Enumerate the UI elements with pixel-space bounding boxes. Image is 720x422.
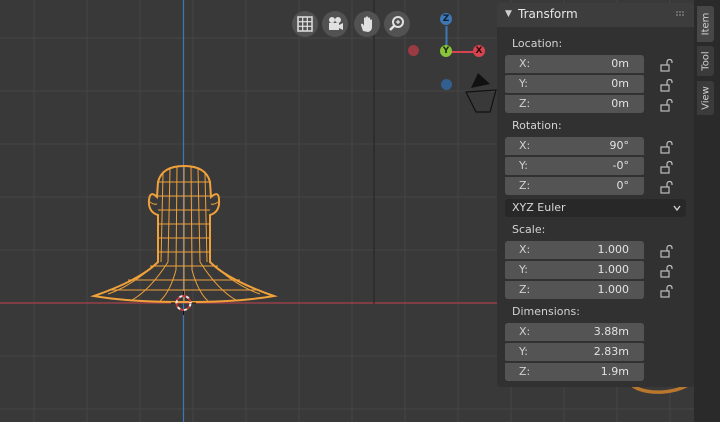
rotation-y-value: -0° bbox=[612, 159, 629, 172]
hand-pan-icon bbox=[361, 16, 372, 32]
location-label: Location: bbox=[512, 37, 563, 50]
lock-icon[interactable] bbox=[659, 98, 673, 112]
dimensions-z-field[interactable]: Z: 1.9m bbox=[505, 363, 644, 381]
rotation-x-value: 90° bbox=[609, 139, 630, 152]
location-z-value: 0m bbox=[611, 97, 629, 110]
collapse-triangle-icon[interactable]: ▼ bbox=[505, 9, 512, 19]
location-y-axis-label: Y: bbox=[519, 77, 528, 90]
tab-item[interactable]: Item bbox=[697, 6, 714, 42]
dimensions-x-value: 3.88m bbox=[593, 325, 629, 338]
dimensions-x-axis-label: X: bbox=[519, 325, 531, 338]
gizmo-negative-x-axis[interactable] bbox=[408, 45, 419, 56]
location-y-value: 0m bbox=[611, 77, 629, 90]
scale-z-axis-label: Z: bbox=[519, 283, 531, 296]
lock-icon[interactable] bbox=[659, 264, 673, 278]
camera-object[interactable] bbox=[465, 73, 497, 113]
dimensions-label: Dimensions: bbox=[512, 305, 580, 318]
pan-view-button[interactable] bbox=[354, 11, 380, 37]
scale-z-field[interactable]: Z: 1.000 bbox=[505, 281, 644, 299]
lock-icon[interactable] bbox=[659, 140, 673, 154]
grid-toggle-button[interactable] bbox=[292, 11, 318, 37]
location-x-field[interactable]: X: 0m bbox=[505, 55, 644, 73]
lock-icon[interactable] bbox=[659, 284, 673, 298]
head-bust-wireframe[interactable] bbox=[90, 164, 278, 304]
gizmo-negative-z-axis[interactable] bbox=[441, 79, 452, 90]
rotation-y-axis-label: Y: bbox=[519, 159, 528, 172]
location-x-value: 0m bbox=[611, 57, 629, 70]
scale-z-value: 1.000 bbox=[597, 283, 630, 296]
grid-icon bbox=[297, 16, 313, 32]
chevron-down-icon bbox=[673, 205, 681, 212]
rotation-label: Rotation: bbox=[512, 119, 562, 132]
lock-icon[interactable] bbox=[659, 78, 673, 92]
rotation-mode-value: XYZ Euler bbox=[512, 201, 566, 214]
transform-panel-header[interactable]: ▼ Transform bbox=[497, 3, 694, 27]
scale-y-axis-label: Y: bbox=[519, 263, 528, 276]
scale-x-field[interactable]: X: 1.000 bbox=[505, 241, 644, 259]
gizmo-x-axis[interactable]: X bbox=[473, 45, 485, 57]
sidebar-tabs: Item Tool View bbox=[694, 0, 720, 422]
rotation-x-field[interactable]: X: 90° bbox=[505, 137, 644, 155]
scale-x-axis-label: X: bbox=[519, 243, 531, 256]
rotation-z-axis-label: Z: bbox=[519, 179, 531, 192]
camera-view-button[interactable] bbox=[322, 11, 348, 37]
zoom-icon bbox=[389, 16, 404, 31]
scale-y-value: 1.000 bbox=[597, 263, 630, 276]
scale-label: Scale: bbox=[512, 223, 546, 236]
gizmo-z-axis[interactable]: Z bbox=[440, 13, 452, 25]
lock-icon[interactable] bbox=[659, 58, 673, 72]
location-z-field[interactable]: Z: 0m bbox=[505, 95, 644, 113]
lock-icon[interactable] bbox=[659, 180, 673, 194]
panel-title: Transform bbox=[518, 7, 578, 21]
dimensions-x-field[interactable]: X: 3.88m bbox=[505, 323, 644, 341]
tab-tool[interactable]: Tool bbox=[697, 46, 714, 76]
camera-icon bbox=[329, 17, 343, 30]
dimensions-y-value: 2.83m bbox=[593, 345, 629, 358]
lock-icon[interactable] bbox=[659, 244, 673, 258]
location-y-field[interactable]: Y: 0m bbox=[505, 75, 644, 93]
drag-grip-icon[interactable] bbox=[676, 10, 686, 18]
location-z-axis-label: Z: bbox=[519, 97, 531, 110]
rotation-x-axis-label: X: bbox=[519, 139, 531, 152]
scale-y-field[interactable]: Y: 1.000 bbox=[505, 261, 644, 279]
gizmo-y-axis[interactable]: Y bbox=[440, 45, 452, 57]
rotation-z-field[interactable]: Z: 0° bbox=[505, 177, 644, 195]
rotation-y-field[interactable]: Y: -0° bbox=[505, 157, 644, 175]
dimensions-z-value: 1.9m bbox=[600, 365, 629, 378]
dimensions-z-axis-label: Z: bbox=[519, 365, 531, 378]
lock-icon[interactable] bbox=[659, 160, 673, 174]
dimensions-y-field[interactable]: Y: 2.83m bbox=[505, 343, 644, 361]
tab-view[interactable]: View bbox=[697, 81, 714, 115]
scale-x-value: 1.000 bbox=[597, 243, 630, 256]
dimensions-y-axis-label: Y: bbox=[519, 345, 528, 358]
rotation-mode-select[interactable]: XYZ Euler bbox=[505, 199, 686, 217]
transform-panel: ▼ Transform Location: X: 0m Y: 0m Z: 0m Rotatio… bbox=[497, 3, 694, 387]
zoom-view-button[interactable] bbox=[384, 11, 410, 37]
location-x-axis-label: X: bbox=[519, 57, 531, 70]
rotation-z-value: 0° bbox=[616, 179, 630, 192]
